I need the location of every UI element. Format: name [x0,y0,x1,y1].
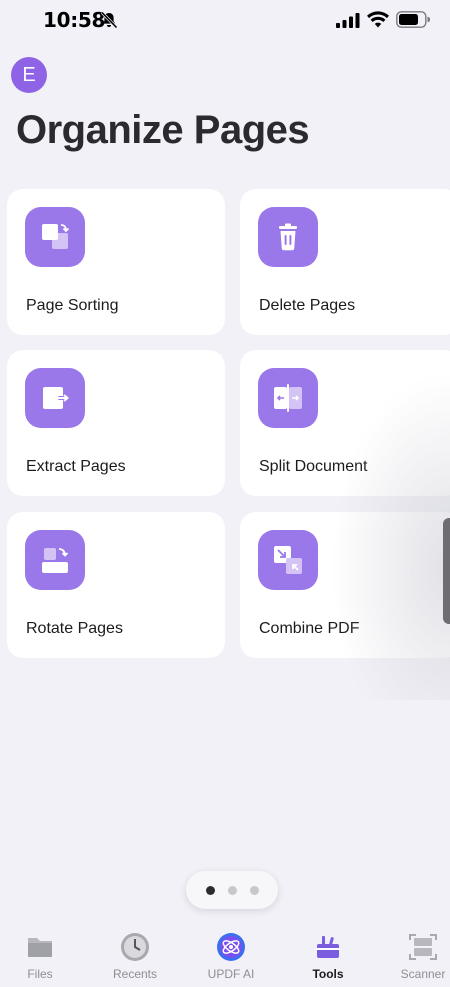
rotate-pages-label: Rotate Pages [26,620,123,637]
tab-files-label: Files [27,967,53,981]
folder-icon [25,932,55,962]
trash-icon [258,207,318,267]
split-document-label: Split Document [259,458,368,475]
battery-icon [396,11,430,28]
tab-scanner-label: Scanner [400,967,446,981]
combine-pdf-card[interactable]: Combine PDF [240,512,450,658]
tab-files[interactable]: Files [0,925,80,981]
bell-slash-icon [100,11,118,29]
clock-icon [120,932,150,962]
page-sorting-icon [25,207,85,267]
page-dot-3[interactable] [249,885,259,895]
extract-pages-label: Extract Pages [26,458,126,475]
rotate-pages-icon [25,530,85,590]
rotate-pages-card[interactable]: Rotate Pages [7,512,225,658]
tab-tools-label: Tools [312,967,344,981]
tab-updf-ai[interactable]: UPDF AI [191,925,271,981]
status-time: 10:58 [43,8,106,32]
page-indicator[interactable] [186,871,278,909]
extract-pages-card[interactable]: Extract Pages [7,350,225,496]
tab-recents[interactable]: Recents [95,925,175,981]
page-title: Organize Pages [16,108,310,152]
tab-recents-label: Recents [112,967,158,981]
page-sorting-label: Page Sorting [26,297,119,314]
combine-pdf-icon [258,530,318,590]
page-sorting-card[interactable]: Page Sorting [7,189,225,335]
split-document-icon [258,368,318,428]
tab-updf-ai-label: UPDF AI [207,967,255,981]
status-bar: 10:58 [0,0,450,40]
wifi-icon [367,11,389,28]
tab-scanner[interactable]: Scanner [383,925,450,981]
cellular-signal-icon [336,13,360,28]
scanner-icon [408,932,438,962]
user-avatar[interactable]: E [11,57,47,93]
extract-pages-icon [25,368,85,428]
updf-ai-icon [216,932,246,962]
page-dot-1[interactable] [205,885,215,895]
delete-pages-label: Delete Pages [259,297,356,314]
tab-bar: Files Recents UPDF AI Tools Scanner [0,925,450,987]
split-document-card[interactable]: Split Document [240,350,450,496]
combine-pdf-label: Combine PDF [259,620,360,637]
side-drawer-handle[interactable] [443,518,450,624]
tab-tools[interactable]: Tools [288,925,368,981]
delete-pages-card[interactable]: Delete Pages [240,189,450,335]
toolbox-icon [313,932,343,962]
page-dot-2[interactable] [227,885,237,895]
avatar-initial: E [22,63,36,86]
